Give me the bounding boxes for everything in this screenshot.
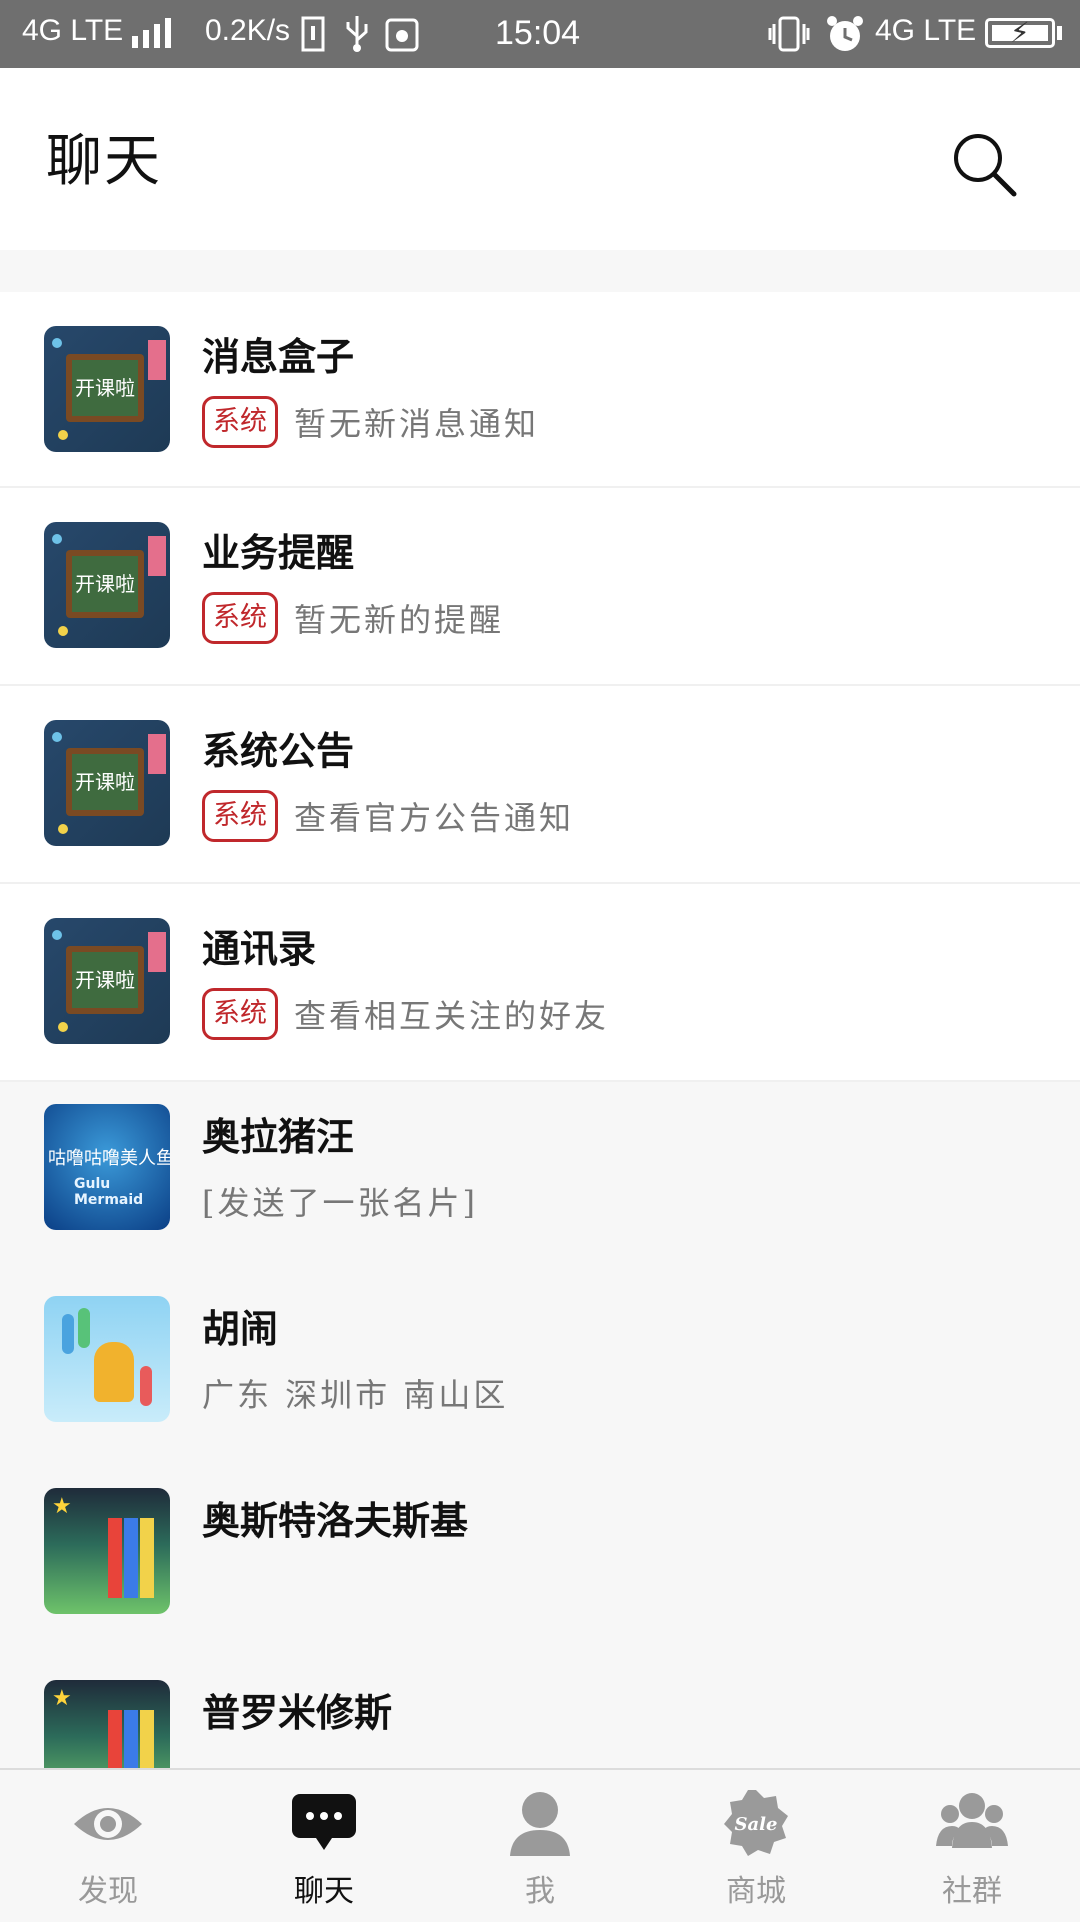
tab-label: 聊天 — [294, 1874, 354, 1909]
person-icon — [510, 1792, 570, 1856]
eye-icon — [74, 1808, 142, 1840]
network-speed: 0.2K/s — [205, 14, 291, 47]
tab-label: 我 — [525, 1874, 555, 1909]
phone-storage-icon — [301, 16, 325, 52]
list-item-business-reminder[interactable]: 开课啦 业务提醒 系统 暂无新的提醒 — [0, 488, 1080, 686]
vibrate-icon — [768, 16, 810, 52]
tab-mall[interactable]: Sale 商城 — [648, 1770, 864, 1922]
svg-text:Sale: Sale — [735, 1814, 778, 1835]
item-title: 奥拉猪汪 — [202, 1114, 355, 1159]
item-preview: 广东 深圳市 南山区 — [202, 1376, 509, 1414]
avatar: 咕噜咕噜美人鱼 Gulu Mermaid — [44, 1104, 170, 1230]
avatar: 开课啦 — [44, 326, 170, 452]
item-preview: [发送了一张名片] — [202, 1184, 478, 1222]
item-title: 普罗米修斯 — [202, 1690, 393, 1735]
item-title: 业务提醒 — [202, 530, 355, 575]
tab-label: 社群 — [942, 1874, 1002, 1909]
tab-discover[interactable]: 发现 — [0, 1770, 216, 1922]
system-badge: 系统 — [202, 988, 278, 1040]
avatar — [44, 1296, 170, 1422]
tab-label: 发现 — [78, 1874, 138, 1909]
chat-list: 开课啦 消息盒子 系统 暂无新消息通知 开课啦 业务提醒 系统 暂无新的提醒 开… — [0, 292, 1080, 1850]
item-preview: 查看相互关注的好友 — [294, 997, 610, 1035]
avatar: 开课啦 — [44, 720, 170, 846]
charging-icon: ⚡ — [1010, 17, 1030, 48]
group-icon — [936, 1793, 1008, 1848]
tab-me[interactable]: 我 — [432, 1770, 648, 1922]
clock: 15:04 — [495, 14, 581, 52]
list-item-message-box[interactable]: 开课啦 消息盒子 系统 暂无新消息通知 — [0, 292, 1080, 488]
system-badge: 系统 — [202, 396, 278, 448]
list-item-contact[interactable]: ★ 奥斯特洛夫斯基 — [0, 1466, 1080, 1658]
search-icon[interactable] — [950, 130, 1020, 200]
item-preview: 查看官方公告通知 — [294, 799, 575, 837]
sale-icon: Sale — [724, 1790, 788, 1856]
tab-community[interactable]: 社群 — [864, 1770, 1080, 1922]
app-header: 聊天 — [0, 68, 1080, 250]
tab-label: 商城 — [726, 1874, 786, 1909]
avatar: ★ — [44, 1488, 170, 1614]
avatar: 开课啦 — [44, 918, 170, 1044]
page-title: 聊天 — [46, 129, 162, 194]
system-badge: 系统 — [202, 790, 278, 842]
usb-debug-icon — [385, 18, 419, 52]
bottom-tab-bar: 发现 聊天 我 Sale 商城 社群 — [0, 1768, 1080, 1922]
avatar: 开课啦 — [44, 522, 170, 648]
network-label-right: 4G LTE — [875, 14, 977, 47]
list-item-system-announcement[interactable]: 开课啦 系统公告 系统 查看官方公告通知 — [0, 686, 1080, 884]
status-bar: 4G LTE 0.2K/s 15:04 4G LTE ⚡ — [0, 0, 1080, 68]
item-title: 消息盒子 — [202, 334, 355, 379]
alarm-icon — [827, 16, 863, 51]
item-preview: 暂无新消息通知 — [294, 405, 540, 443]
list-item-contacts[interactable]: 开课啦 通讯录 系统 查看相互关注的好友 — [0, 884, 1080, 1082]
usb-icon — [346, 16, 368, 52]
list-item-contact[interactable]: 胡闹 广东 深圳市 南山区 — [0, 1274, 1080, 1466]
signal-icon — [132, 18, 171, 48]
item-title: 胡闹 — [202, 1306, 279, 1351]
tab-chat[interactable]: 聊天 — [216, 1770, 432, 1922]
item-title: 系统公告 — [202, 728, 355, 773]
item-title: 奥斯特洛夫斯基 — [202, 1498, 469, 1543]
system-badge: 系统 — [202, 592, 278, 644]
item-preview: 暂无新的提醒 — [294, 601, 505, 639]
chat-icon — [292, 1794, 356, 1850]
item-title: 通讯录 — [202, 926, 317, 971]
network-label: 4G LTE — [22, 14, 124, 47]
list-item-contact[interactable]: 咕噜咕噜美人鱼 Gulu Mermaid 奥拉猪汪 [发送了一张名片] — [0, 1082, 1080, 1274]
